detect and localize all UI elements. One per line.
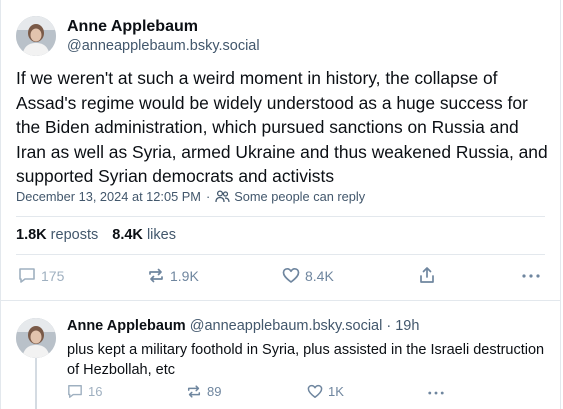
reply-reply-button[interactable]: 16 <box>67 384 102 399</box>
divider <box>16 254 545 255</box>
meta-separator: · <box>205 189 211 204</box>
divider <box>16 216 545 217</box>
reply-like-count: 1K <box>328 384 344 399</box>
reply-count: 175 <box>41 267 65 284</box>
likes-label[interactable]: likes <box>147 227 176 243</box>
reply-header: Anne Applebaum @anneapplebaum.bsky.socia… <box>67 318 419 334</box>
avatar-photo <box>16 318 56 358</box>
reply-icon <box>68 385 82 398</box>
post-meta: December 13, 2024 at 12:05 PM · Some peo… <box>16 189 365 204</box>
reply-repost-count: 89 <box>207 384 222 399</box>
engagement-stats: 1.8K reposts 8.4K likes <box>16 227 186 243</box>
ellipsis-icon <box>522 274 540 278</box>
likes-count[interactable]: 8.4K <box>112 227 143 243</box>
reply-icon <box>19 268 35 283</box>
post-text: If we weren't at such a weird moment in … <box>16 68 548 186</box>
like-count: 8.4K <box>305 267 334 284</box>
more-options-button[interactable] <box>522 274 540 278</box>
reply-author-name[interactable]: Anne Applebaum <box>67 318 186 334</box>
share-icon <box>420 267 434 283</box>
reply-text: plus kept a military foothold in Syria, … <box>67 342 545 378</box>
repost-button[interactable]: 1.9K <box>147 267 199 284</box>
reply-author-handle[interactable]: @anneapplebaum.bsky.social <box>190 318 383 334</box>
reposts-label[interactable]: reposts <box>51 227 99 243</box>
repost-count: 1.9K <box>170 267 199 284</box>
repost-icon <box>187 385 201 398</box>
heart-icon <box>282 267 300 283</box>
author-name[interactable]: Anne Applebaum <box>67 18 198 36</box>
reply-like-button[interactable]: 1K <box>307 384 344 399</box>
reply-reply-count: 16 <box>88 384 103 399</box>
people-icon <box>215 190 230 203</box>
reply-button[interactable]: 175 <box>18 267 64 284</box>
repost-icon <box>149 268 163 283</box>
reply-age[interactable]: 19h <box>395 318 419 334</box>
reply-more-options-button[interactable] <box>428 391 444 395</box>
like-button[interactable]: 8.4K <box>282 267 334 284</box>
thread-line <box>35 357 37 409</box>
author-avatar[interactable] <box>16 16 56 56</box>
post-timestamp[interactable]: December 13, 2024 at 12:05 PM <box>16 189 201 204</box>
reply-setting: Some people can reply <box>234 189 366 204</box>
author-handle[interactable]: @anneapplebaum.bsky.social <box>67 38 260 54</box>
reposts-count[interactable]: 1.8K <box>16 227 47 243</box>
ellipsis-icon <box>428 391 444 395</box>
avatar-photo <box>16 16 56 56</box>
reply-separator: · <box>386 318 392 334</box>
reply-repost-button[interactable]: 89 <box>186 384 221 399</box>
reply-author-avatar[interactable] <box>16 318 56 358</box>
share-button[interactable] <box>418 266 436 284</box>
heart-icon <box>307 384 323 398</box>
